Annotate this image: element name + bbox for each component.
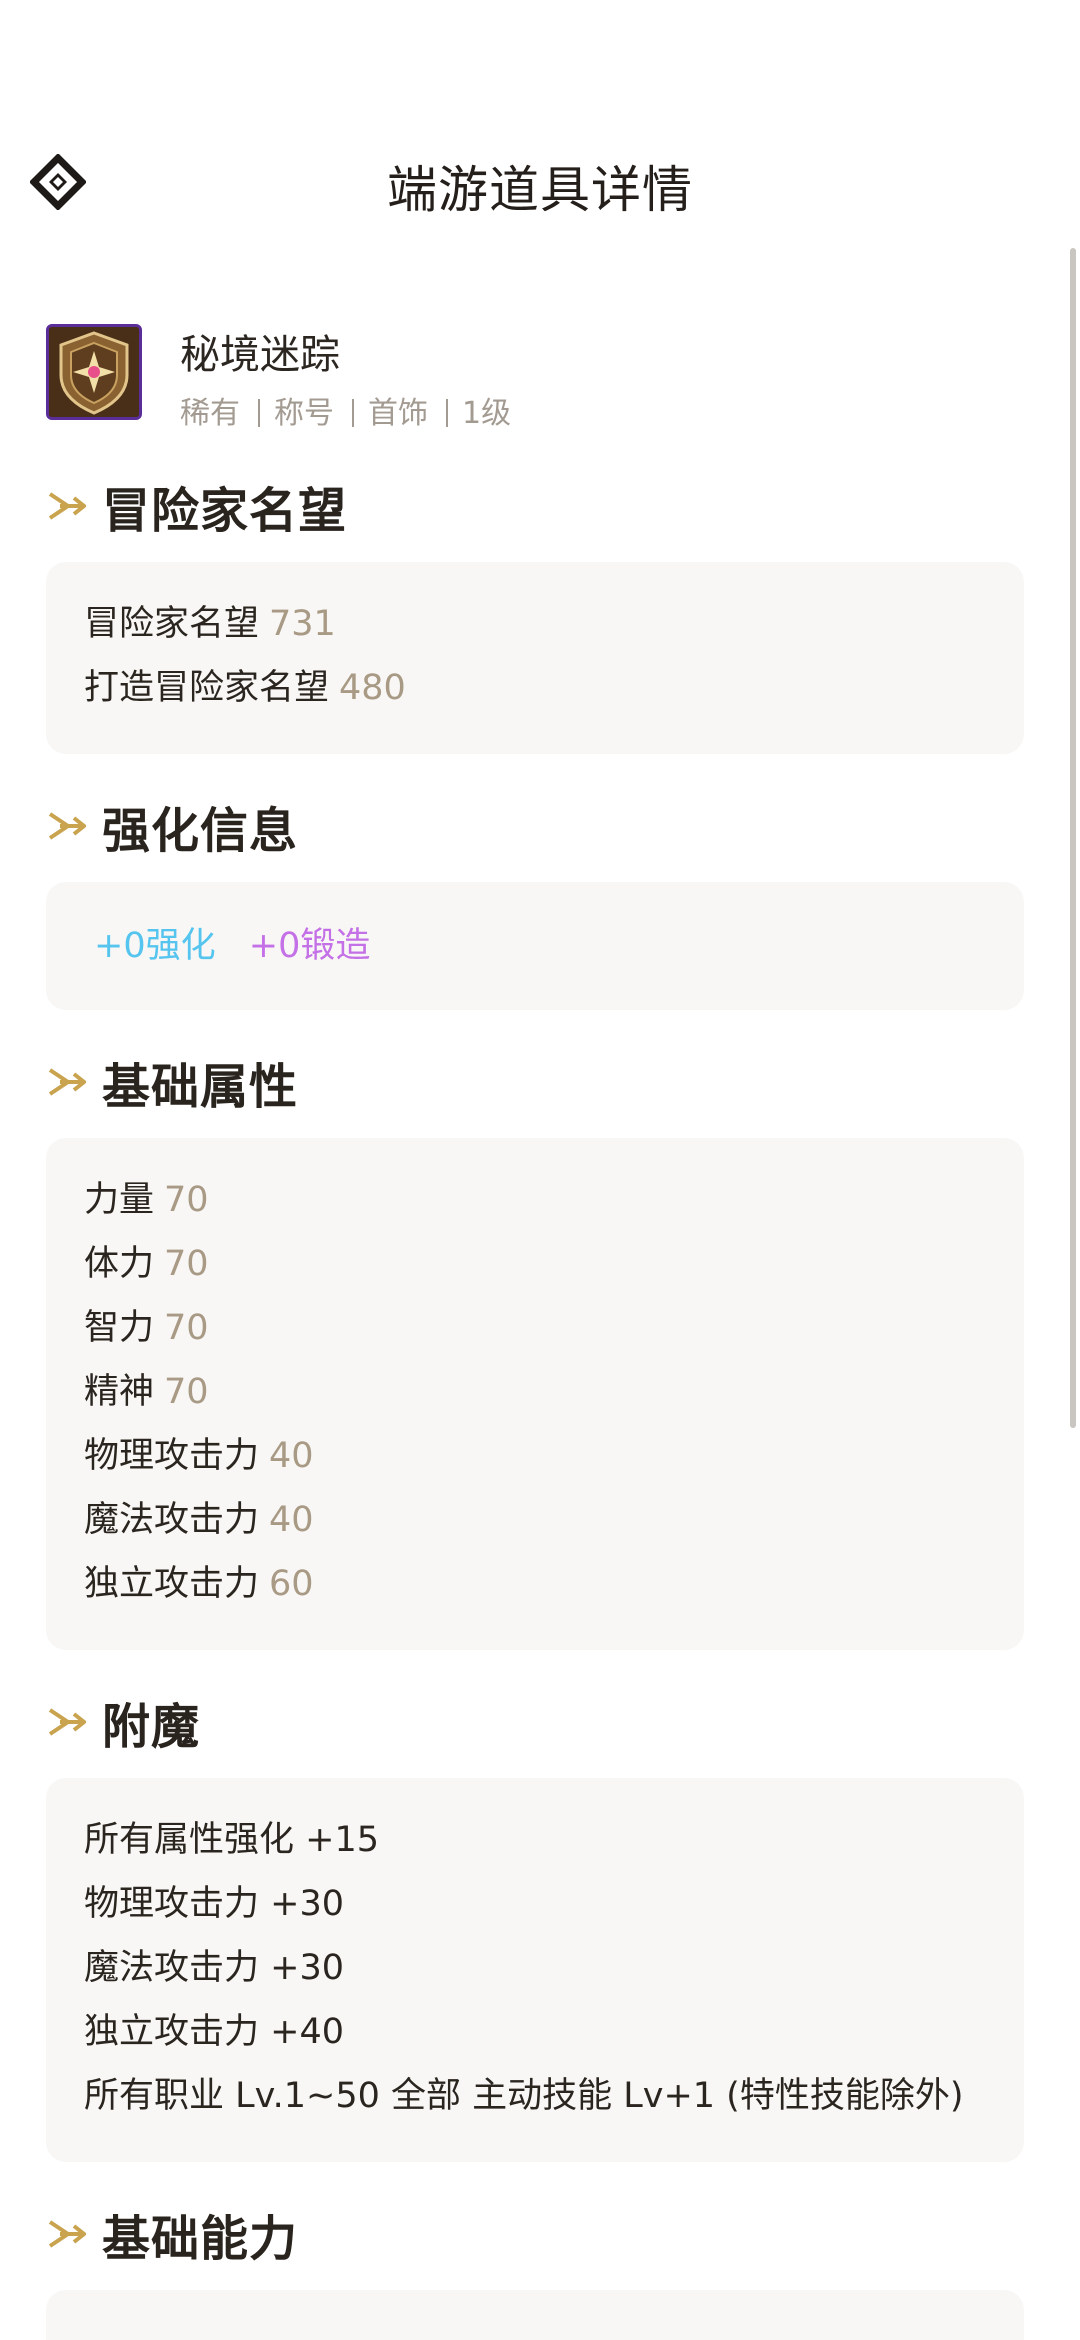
enchant-card: 所有属性强化 +15 物理攻击力 +30 魔法攻击力 +30 独立攻击力 +40… <box>46 1778 1024 2162</box>
attr-row: 力量 70 <box>84 1180 209 1220</box>
enchant-row: 所有职业 Lv.1~50 全部 主动技能 Lv+1 (特性技能除外) <box>84 2076 964 2116</box>
enhance-card: +0强化 +0锻造 <box>46 882 1024 1010</box>
tag-slot: 首饰 <box>368 396 428 431</box>
item-summary: 秘境迷踪 稀有 称号 首饰 1级 <box>46 322 1026 432</box>
arrow-right-icon <box>48 1708 86 1736</box>
attr-row: 魔法攻击力 40 <box>84 1500 314 1540</box>
tag-divider <box>446 399 448 427</box>
item-tags: 稀有 称号 首饰 1级 <box>180 388 529 432</box>
arrow-right-icon <box>48 2220 86 2248</box>
section-enhance-title: 强化信息 <box>46 796 298 859</box>
tag-divider <box>352 399 354 427</box>
arrow-right-icon <box>48 812 86 840</box>
arrow-right-icon <box>48 492 86 520</box>
base-attrs-card: 力量 70 体力 70 智力 70 精神 70 物理攻击力 40 魔法攻击力 40 独立攻击… <box>46 1138 1024 1650</box>
section-enchant-title: 附魔 <box>46 1692 200 1755</box>
arrow-right-icon <box>48 1068 86 1096</box>
top-bar: 端游道具详情 <box>0 130 1080 240</box>
tag-rarity: 稀有 <box>180 396 240 431</box>
attr-row: 体力 70 <box>84 1244 209 1284</box>
attr-row: 独立攻击力 60 <box>84 1564 314 1604</box>
forge-level: +0锻造 <box>248 926 371 966</box>
attr-row: 物理攻击力 40 <box>84 1436 314 1476</box>
tag-type: 称号 <box>274 396 334 431</box>
item-name: 秘境迷踪 <box>180 332 340 378</box>
section-base-attrs-title: 基础属性 <box>46 1052 298 1115</box>
page-title: 端游道具详情 <box>387 161 693 219</box>
scrollbar[interactable] <box>1070 248 1076 1428</box>
reputation-card: 冒险家名望 731 打造冒险家名望 480 <box>46 562 1024 754</box>
enchant-row: 物理攻击力 +30 <box>84 1884 344 1924</box>
enchant-row: 独立攻击力 +40 <box>84 2012 344 2052</box>
section-reputation-title: 冒险家名望 <box>46 476 347 539</box>
enchant-row: 魔法攻击力 +30 <box>84 1948 344 1988</box>
enchant-row: 所有属性强化 +15 <box>84 1820 379 1860</box>
attr-row: 精神 70 <box>84 1372 209 1412</box>
tag-level: 1级 <box>462 396 512 431</box>
attr-row: 打造冒险家名望 480 <box>84 668 406 708</box>
attr-row: 智力 70 <box>84 1308 209 1348</box>
base-ability-card <box>46 2290 1024 2340</box>
attr-row: 冒险家名望 731 <box>84 604 336 644</box>
reinforce-level: +0强化 <box>94 926 216 966</box>
tag-divider <box>258 399 260 427</box>
item-detail-page: 端游道具详情 秘境迷踪 稀有 称号 首饰 1级 冒险家名望 冒险家名望 731 … <box>0 0 1080 2340</box>
section-base-ability-title: 基础能力 <box>46 2204 298 2267</box>
item-emblem-icon <box>46 324 142 420</box>
